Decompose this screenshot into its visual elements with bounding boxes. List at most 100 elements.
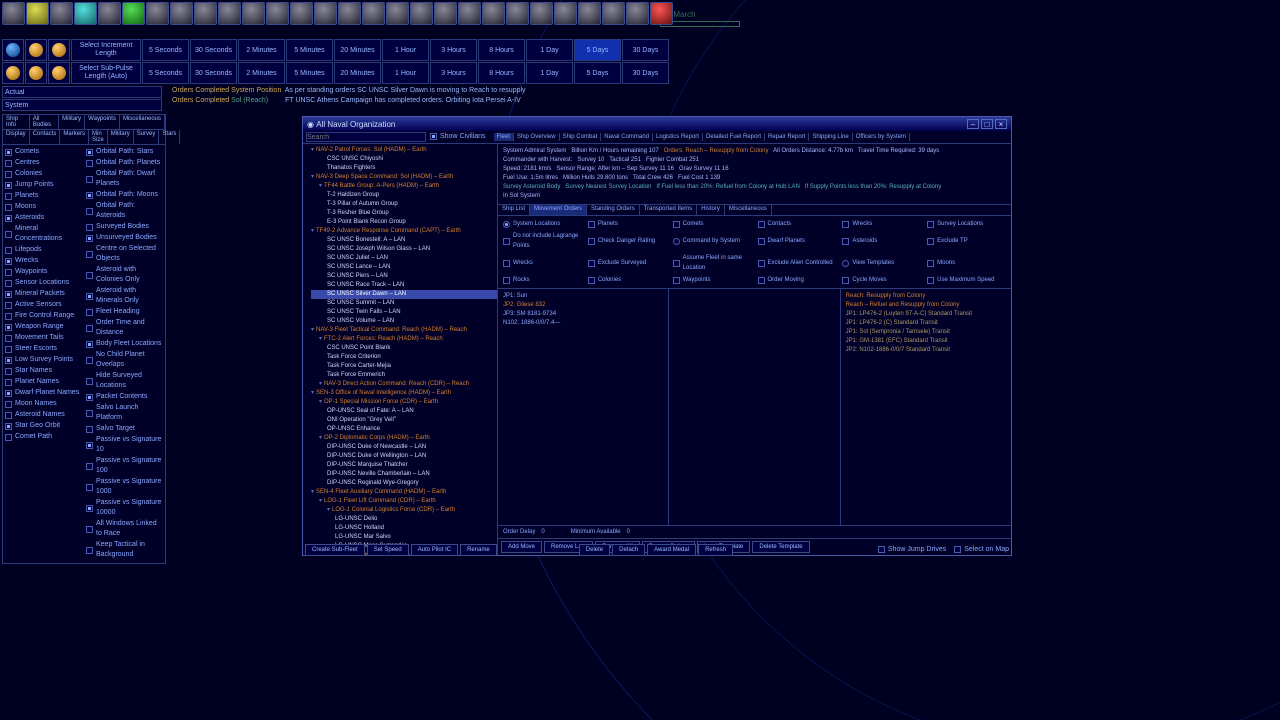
filter-planets[interactable]: Planets [588,219,667,229]
advance-icon[interactable] [2,39,24,61]
tree-node[interactable]: NAV-3 Direct Action Command: Reach (CDR)… [311,380,497,389]
time-1-hour[interactable]: 1 Hour [382,62,429,84]
filter-use-maximum-speed[interactable]: Use Maximum Speed [927,275,1006,285]
opt-orbital-path-dwarf-planets[interactable]: Orbital Path: Dwarf Planets [86,169,163,189]
opts-subtab-military[interactable]: Military [59,115,85,129]
min-icon[interactable] [98,2,121,25]
time-3-hours[interactable]: 3 Hours [430,62,477,84]
filter-command-by-system[interactable]: Command by System [673,231,752,251]
opt-passive-vs-signature-1000[interactable]: Passive vs Signature 1000 [86,477,163,497]
opt-mineral-packets[interactable]: Mineral Packets [5,289,82,299]
fleet-tab-detailed-fuel-report[interactable]: Detailed Fuel Report [703,133,765,141]
opt-asteroid-names[interactable]: Asteroid Names [5,410,82,420]
opts-tab-contacts[interactable]: Contacts [30,130,61,144]
time-5-seconds[interactable]: 5 Seconds [142,39,189,61]
filter-do-not-include-lagrange-points[interactable]: Do not include Lagrange Points [503,231,582,251]
fleet-tab-officers-by-system[interactable]: Officers by System [853,133,910,141]
tree-node[interactable]: T-3 Resher Blue Group [311,209,497,218]
subtab-transported-items[interactable]: Transported Items [640,205,697,215]
btn-refresh[interactable]: Refresh [698,544,733,556]
btn-set-speed[interactable]: Set Speed [367,544,409,556]
opts-subtab-all bodies[interactable]: All Bodies [30,115,59,129]
stop-icon[interactable] [650,2,673,25]
tree-node[interactable]: E-3 Point Blank Recon Group [311,218,497,227]
time-1-day[interactable]: 1 Day [526,39,573,61]
filter-dwarf-planets[interactable]: Dwarf Planets [758,231,837,251]
time-8-hours[interactable]: 8 Hours [478,39,525,61]
fleet-tab-repair-report[interactable]: Repair Report [765,133,809,141]
tree-node[interactable]: DIP-UNSC Duke of Wellington – LAN [311,452,497,461]
opt-planets[interactable]: Planets [5,191,82,201]
time-2-minutes[interactable]: 2 Minutes [238,62,285,84]
opt-surveyed-bodies[interactable]: Surveyed Bodies [86,222,163,232]
msl-icon[interactable] [218,2,241,25]
time-30-days[interactable]: 30 Days [622,62,669,84]
subtab-ship-list[interactable]: Ship List [498,205,530,215]
filter-colonies[interactable]: Colonies [588,275,667,285]
opt-asteroid-with-colonies-only[interactable]: Asteroid with Colonies Only [86,265,163,285]
btn-auto-pilot-ic[interactable]: Auto Pilot IC [411,544,458,556]
tree-node[interactable]: FTC-2 Alert Forces: Reach (HADM) – Reach [311,335,497,344]
opt-fleet-heading[interactable]: Fleet Heading [86,307,163,317]
filter-wrecks[interactable]: Wrecks [503,253,582,273]
opt-centres[interactable]: Centres [5,158,82,168]
filter-view-templates[interactable]: View Templates [842,253,921,273]
opt-no-child-planet-overlaps[interactable]: No Child Planet Overlaps [86,350,163,370]
filter-wrecks[interactable]: Wrecks [842,219,921,229]
min-available-value[interactable]: 0 [627,529,630,535]
orders-queued-list[interactable]: Reach: Resupply from ColonyReach – Refue… [841,289,1011,525]
time-5-seconds[interactable]: 5 Seconds [142,62,189,84]
maximize-icon[interactable]: □ [981,119,993,129]
opt-star-names[interactable]: Star Names [5,366,82,376]
tree-node[interactable]: SC UNSC Joseph Wilson Glass – LAN [311,245,497,254]
tree-node[interactable]: SC UNSC Piers – LAN [311,272,497,281]
tree-node[interactable]: TF49-2 Advance Response Command (CAPT) –… [311,227,497,236]
tree-node[interactable]: LG-UNSC Mar Salvo [311,533,497,542]
opt-weapon-range[interactable]: Weapon Range [5,322,82,332]
time-20-minutes[interactable]: 20 Minutes [334,39,381,61]
dip-icon[interactable] [482,2,505,25]
tree-node[interactable]: DIP-UNSC Neville Chamberlain – LAN [311,470,497,479]
filter-cycle-moves[interactable]: Cycle Moves [842,275,921,285]
time-30-days[interactable]: 30 Days [622,39,669,61]
tree-node[interactable]: CSC UNSC Point Blank [311,344,497,353]
opt-orbital-path-moons[interactable]: Orbital Path: Moons [86,190,163,200]
tec-icon[interactable] [362,2,385,25]
opts-tab-survey[interactable]: Survey [134,130,160,144]
filter-assume-fleet-in-same-location[interactable]: Assume Fleet in same Location [673,253,752,273]
fleet-tab-naval-command[interactable]: Naval Command [601,133,653,141]
tree-node[interactable]: SC UNSC Volume – LAN [311,317,497,326]
tree-node[interactable]: LG-UNSC Holland [311,524,497,533]
cls-icon[interactable] [26,2,49,25]
fleet-tab-fleet[interactable]: Fleet [494,133,514,141]
tree-node[interactable]: OP-1 Special Mission Force (CDR) – Earth [311,398,497,407]
opt-unsurveyed-bodies[interactable]: Unsurveyed Bodies [86,233,163,243]
tree-node[interactable]: LOG-1 Colonial Logistics Force (CDR) – E… [311,506,497,515]
tree-node[interactable]: Task Force Carter-Mejia [311,362,497,371]
opt-moon-names[interactable]: Moon Names [5,399,82,409]
tree-node[interactable]: NAV-3 Fleet Tactical Command: Reach (HAD… [311,326,497,335]
ofc-icon[interactable] [314,2,337,25]
subtab-standing-orders[interactable]: Standing Orders [587,205,640,215]
time-5-minutes[interactable]: 5 Minutes [286,39,333,61]
shp-icon[interactable] [146,2,169,25]
opt-movement-tails[interactable]: Movement Tails [5,333,82,343]
opt-orbital-path-asteroids[interactable]: Orbital Path: Asteroids [86,201,163,221]
filter-moons[interactable]: Moons [927,253,1006,273]
opt-all-windows-linked-to-race[interactable]: All Windows Linked to Race [86,519,163,539]
search-system[interactable] [2,99,162,111]
search-main[interactable] [2,86,162,98]
opts-tab-display[interactable]: Display [3,130,30,144]
tree-node[interactable]: SC UNSC Lance – LAN [311,263,497,272]
time-1-day[interactable]: 1 Day [526,62,573,84]
tree-node[interactable]: DIP-UNSC Marquise Thatcher [311,461,497,470]
sys-icon[interactable] [2,2,25,25]
time-5-minutes[interactable]: 5 Minutes [286,62,333,84]
msg-icon[interactable] [578,2,601,25]
tree-node[interactable]: OP-UNSC Seal of Fate: A – LAN [311,407,497,416]
gov-icon[interactable] [506,2,529,25]
btn-detach[interactable]: Detach [612,544,645,556]
close-icon[interactable]: × [995,119,1007,129]
opt-orbital-path-stars[interactable]: Orbital Path: Stars [86,147,163,157]
btn-create-sub-fleet[interactable]: Create Sub-Fleet [305,544,365,556]
